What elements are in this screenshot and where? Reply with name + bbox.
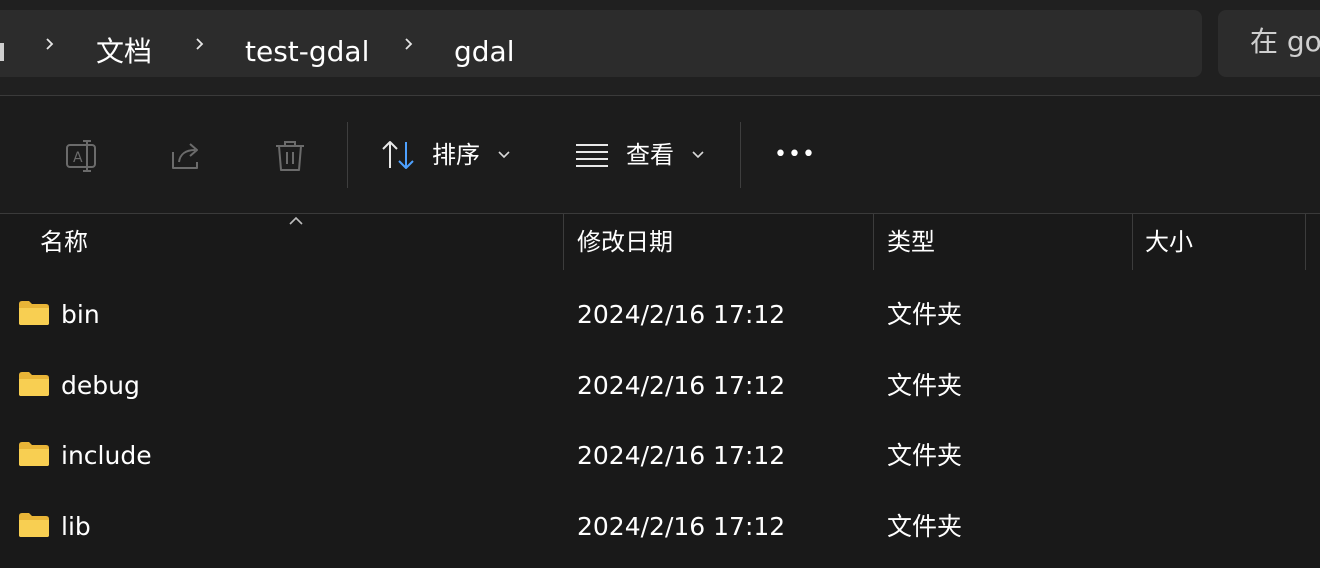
file-name[interactable]: debug [61, 366, 140, 406]
chevron-down-icon [692, 151, 704, 159]
command-divider [740, 122, 741, 188]
breadcrumb-gdal[interactable]: gdal [454, 32, 514, 72]
sort-ascending-caret-icon [289, 216, 303, 225]
search-box[interactable]: 在 go [1218, 10, 1320, 77]
file-date-modified: 2024/2/16 17:12 [577, 370, 786, 400]
sort-label: 排序 [432, 141, 480, 169]
column-resize-handle[interactable] [1132, 214, 1133, 270]
folder-icon [19, 301, 49, 325]
column-header-type[interactable]: 类型 [887, 224, 935, 260]
file-type: 文件夹 [887, 441, 963, 470]
view-label: 查看 [626, 141, 674, 169]
file-type: 文件夹 [887, 511, 963, 541]
folder-icon [19, 512, 49, 537]
search-placeholder[interactable]: 在 go [1250, 22, 1320, 62]
file-name[interactable]: bin [61, 295, 100, 335]
file-type: 文件夹 [887, 300, 963, 329]
sort-icon [382, 141, 414, 169]
file-date-modified: 2024/2/16 17:12 [577, 300, 786, 329]
table-row[interactable]: include 2024/2/16 17:12 文件夹 [0, 421, 1320, 492]
column-resize-handle[interactable] [563, 214, 564, 270]
file-type: 文件夹 [887, 370, 963, 400]
column-resize-handle[interactable] [873, 214, 874, 270]
file-date-modified: 2024/2/16 17:12 [577, 511, 786, 541]
file-date-modified: 2024/2/16 17:12 [577, 441, 786, 470]
file-list: bin 2024/2/16 17:12 文件夹 debug 2024/2/16 … [0, 280, 1320, 562]
chevron-right-icon[interactable] [44, 38, 56, 50]
breadcrumb-test-gdal[interactable]: test-gdal [245, 32, 369, 72]
share-icon[interactable] [167, 136, 207, 176]
folder-icon [19, 371, 49, 396]
file-name[interactable]: lib [61, 507, 91, 547]
chevron-right-icon[interactable] [403, 38, 415, 50]
table-row[interactable]: debug 2024/2/16 17:12 文件夹 [0, 351, 1320, 422]
chevron-down-icon [498, 151, 510, 159]
table-row[interactable]: bin 2024/2/16 17:12 文件夹 [0, 280, 1320, 351]
column-resize-handle[interactable] [1305, 214, 1306, 270]
command-bar: A 排序 查看 ••• [0, 96, 1320, 214]
folder-icon [19, 442, 49, 466]
delete-icon[interactable] [270, 136, 310, 176]
breadcrumb-documents[interactable]: 文档 [96, 32, 152, 72]
sort-button[interactable]: 排序 [378, 130, 518, 180]
address-bar[interactable]: 文档 test-gdal gdal [0, 10, 1202, 77]
svg-text:A: A [73, 150, 83, 166]
column-header-size[interactable]: 大小 [1145, 224, 1193, 260]
column-header: 名称 修改日期 类型 大小 [0, 214, 1320, 270]
list-view-icon [576, 144, 608, 167]
table-row[interactable]: lib 2024/2/16 17:12 文件夹 [0, 492, 1320, 563]
more-options-button[interactable]: ••• [770, 130, 822, 180]
view-button[interactable]: 查看 [572, 130, 712, 180]
column-header-name[interactable]: 名称 [40, 224, 88, 260]
title-bar-region: 文档 test-gdal gdal 在 go [0, 0, 1320, 96]
command-divider [347, 122, 348, 188]
column-header-date[interactable]: 修改日期 [577, 224, 673, 260]
address-bar-edge [0, 43, 4, 61]
file-name[interactable]: include [61, 436, 152, 476]
rename-icon[interactable]: A [63, 136, 103, 176]
more-options-label: ••• [774, 142, 816, 167]
chevron-right-icon[interactable] [194, 38, 206, 50]
